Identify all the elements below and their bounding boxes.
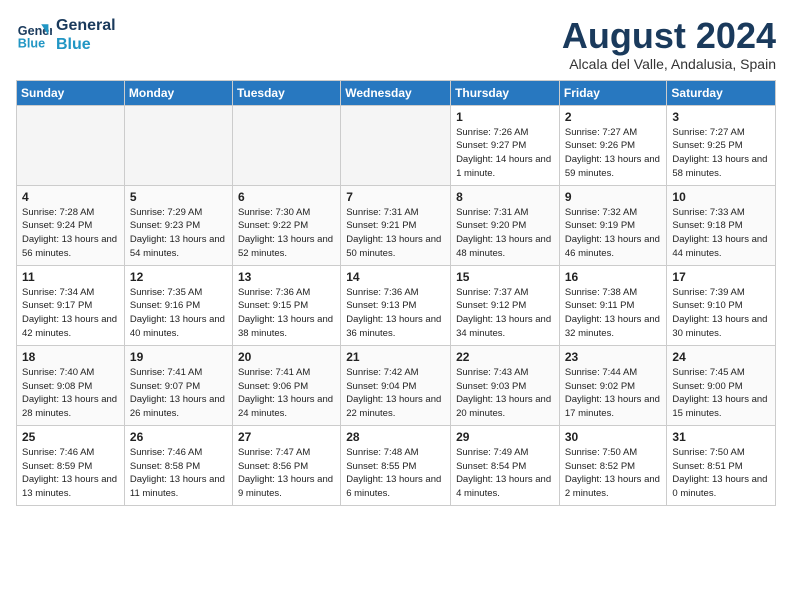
calendar-cell: 12Sunrise: 7:35 AMSunset: 9:16 PMDayligh…	[124, 265, 232, 345]
logo-general: General	[56, 16, 116, 35]
calendar-cell: 10Sunrise: 7:33 AMSunset: 9:18 PMDayligh…	[667, 185, 776, 265]
calendar-cell: 25Sunrise: 7:46 AMSunset: 8:59 PMDayligh…	[17, 425, 125, 505]
calendar-cell	[232, 105, 340, 185]
header-friday: Friday	[559, 80, 667, 105]
calendar-cell: 24Sunrise: 7:45 AMSunset: 9:00 PMDayligh…	[667, 345, 776, 425]
week-row-2: 4Sunrise: 7:28 AMSunset: 9:24 PMDaylight…	[17, 185, 776, 265]
header-tuesday: Tuesday	[232, 80, 340, 105]
week-row-3: 11Sunrise: 7:34 AMSunset: 9:17 PMDayligh…	[17, 265, 776, 345]
calendar-cell: 28Sunrise: 7:48 AMSunset: 8:55 PMDayligh…	[341, 425, 451, 505]
calendar-table: SundayMondayTuesdayWednesdayThursdayFrid…	[16, 80, 776, 506]
header-monday: Monday	[124, 80, 232, 105]
logo-icon: General Blue	[16, 17, 52, 53]
calendar-cell: 18Sunrise: 7:40 AMSunset: 9:08 PMDayligh…	[17, 345, 125, 425]
calendar-cell: 16Sunrise: 7:38 AMSunset: 9:11 PMDayligh…	[559, 265, 667, 345]
header-thursday: Thursday	[451, 80, 560, 105]
calendar-cell: 1Sunrise: 7:26 AMSunset: 9:27 PMDaylight…	[451, 105, 560, 185]
calendar-cell	[341, 105, 451, 185]
calendar-cell	[124, 105, 232, 185]
logo-blue: Blue	[56, 35, 116, 54]
calendar-cell: 15Sunrise: 7:37 AMSunset: 9:12 PMDayligh…	[451, 265, 560, 345]
week-row-1: 1Sunrise: 7:26 AMSunset: 9:27 PMDaylight…	[17, 105, 776, 185]
calendar-cell: 5Sunrise: 7:29 AMSunset: 9:23 PMDaylight…	[124, 185, 232, 265]
calendar-cell: 22Sunrise: 7:43 AMSunset: 9:03 PMDayligh…	[451, 345, 560, 425]
calendar-cell: 2Sunrise: 7:27 AMSunset: 9:26 PMDaylight…	[559, 105, 667, 185]
title-block: August 2024 Alcala del Valle, Andalusia,…	[562, 16, 776, 72]
calendar-cell: 27Sunrise: 7:47 AMSunset: 8:56 PMDayligh…	[232, 425, 340, 505]
calendar-cell	[17, 105, 125, 185]
calendar-cell: 20Sunrise: 7:41 AMSunset: 9:06 PMDayligh…	[232, 345, 340, 425]
calendar-cell: 17Sunrise: 7:39 AMSunset: 9:10 PMDayligh…	[667, 265, 776, 345]
calendar-cell: 6Sunrise: 7:30 AMSunset: 9:22 PMDaylight…	[232, 185, 340, 265]
calendar-cell: 8Sunrise: 7:31 AMSunset: 9:20 PMDaylight…	[451, 185, 560, 265]
calendar-cell: 13Sunrise: 7:36 AMSunset: 9:15 PMDayligh…	[232, 265, 340, 345]
week-row-5: 25Sunrise: 7:46 AMSunset: 8:59 PMDayligh…	[17, 425, 776, 505]
calendar-cell: 4Sunrise: 7:28 AMSunset: 9:24 PMDaylight…	[17, 185, 125, 265]
calendar-cell: 14Sunrise: 7:36 AMSunset: 9:13 PMDayligh…	[341, 265, 451, 345]
calendar-cell: 26Sunrise: 7:46 AMSunset: 8:58 PMDayligh…	[124, 425, 232, 505]
calendar-cell: 19Sunrise: 7:41 AMSunset: 9:07 PMDayligh…	[124, 345, 232, 425]
header-row: SundayMondayTuesdayWednesdayThursdayFrid…	[17, 80, 776, 105]
header-sunday: Sunday	[17, 80, 125, 105]
calendar-cell: 31Sunrise: 7:50 AMSunset: 8:51 PMDayligh…	[667, 425, 776, 505]
calendar-cell: 30Sunrise: 7:50 AMSunset: 8:52 PMDayligh…	[559, 425, 667, 505]
header-saturday: Saturday	[667, 80, 776, 105]
calendar-cell: 21Sunrise: 7:42 AMSunset: 9:04 PMDayligh…	[341, 345, 451, 425]
location: Alcala del Valle, Andalusia, Spain	[562, 56, 776, 72]
calendar-cell: 7Sunrise: 7:31 AMSunset: 9:21 PMDaylight…	[341, 185, 451, 265]
logo: General Blue General Blue	[16, 16, 116, 54]
calendar-cell: 9Sunrise: 7:32 AMSunset: 9:19 PMDaylight…	[559, 185, 667, 265]
week-row-4: 18Sunrise: 7:40 AMSunset: 9:08 PMDayligh…	[17, 345, 776, 425]
calendar-cell: 11Sunrise: 7:34 AMSunset: 9:17 PMDayligh…	[17, 265, 125, 345]
calendar-cell: 29Sunrise: 7:49 AMSunset: 8:54 PMDayligh…	[451, 425, 560, 505]
page-header: General Blue General Blue August 2024 Al…	[16, 16, 776, 72]
svg-text:Blue: Blue	[18, 37, 45, 51]
calendar-cell: 3Sunrise: 7:27 AMSunset: 9:25 PMDaylight…	[667, 105, 776, 185]
month-title: August 2024	[562, 16, 776, 56]
calendar-cell: 23Sunrise: 7:44 AMSunset: 9:02 PMDayligh…	[559, 345, 667, 425]
header-wednesday: Wednesday	[341, 80, 451, 105]
